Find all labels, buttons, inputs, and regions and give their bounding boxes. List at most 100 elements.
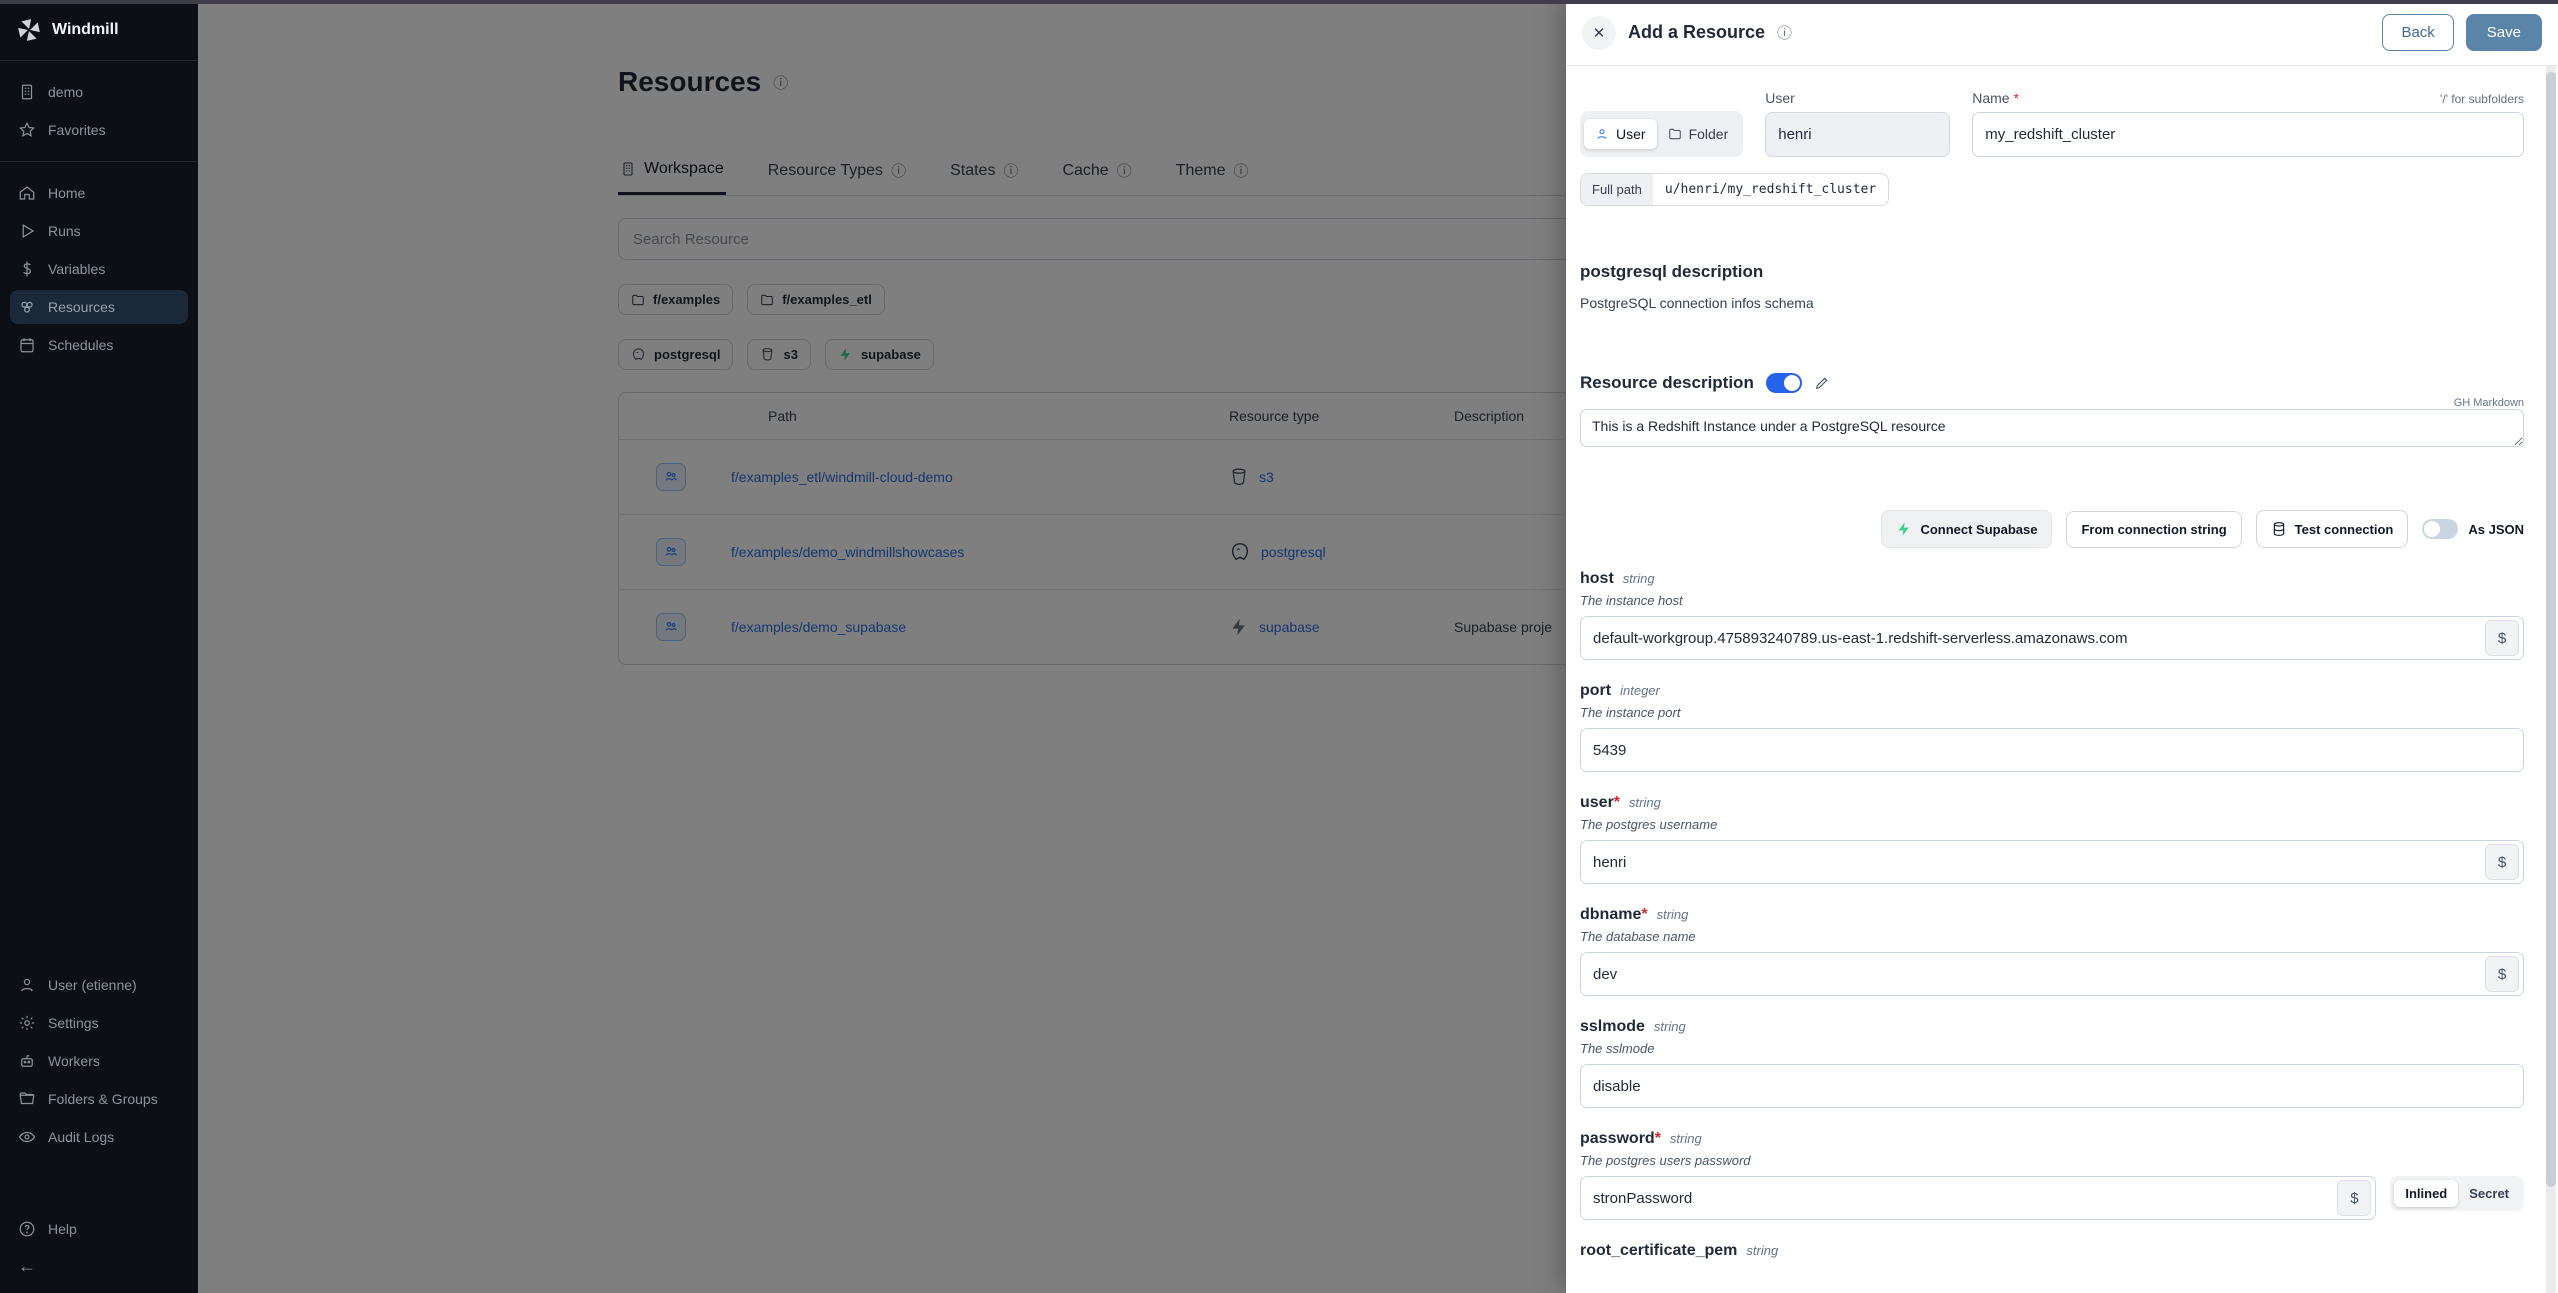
resource-description-input[interactable]: This is a Redshift Instance under a Post… bbox=[1580, 409, 2524, 447]
save-button[interactable]: Save bbox=[2466, 14, 2542, 51]
sidebar-item-help[interactable]: Help bbox=[10, 1212, 188, 1246]
sidebar-item-label: Runs bbox=[48, 223, 81, 239]
field-dbname: dbname*string The database name $ bbox=[1580, 906, 2524, 996]
sidebar-item-folders-groups[interactable]: Folders & Groups bbox=[10, 1082, 188, 1116]
variable-picker-icon[interactable]: $ bbox=[2485, 620, 2519, 656]
variable-picker-icon[interactable]: $ bbox=[2337, 1180, 2371, 1216]
resource-description-title: Resource description bbox=[1580, 373, 1754, 393]
sidebar-item-label: Schedules bbox=[48, 337, 113, 353]
sidebar-item-workspace[interactable]: demo bbox=[10, 75, 188, 109]
field-description: The postgres users password bbox=[1580, 1153, 2524, 1168]
field-description: The sslmode bbox=[1580, 1041, 2524, 1056]
sidebar-item-home[interactable]: Home bbox=[10, 176, 188, 210]
markdown-hint: GH Markdown bbox=[1580, 397, 2524, 409]
eye-icon bbox=[18, 1128, 36, 1146]
option-label: Folder bbox=[1689, 126, 1729, 142]
sidebar-item-audit-logs[interactable]: Audit Logs bbox=[10, 1120, 188, 1154]
secret-option[interactable]: Secret bbox=[2458, 1180, 2520, 1207]
name-field-label: Name * bbox=[1972, 90, 2019, 106]
sidebar-item-label: Home bbox=[48, 185, 85, 201]
field-port: portinteger The instance port bbox=[1580, 682, 2524, 772]
user-icon bbox=[1595, 127, 1609, 141]
field-description: The database name bbox=[1580, 929, 2524, 944]
button-label: Test connection bbox=[2295, 522, 2394, 537]
sidebar-item-label: Variables bbox=[48, 261, 105, 277]
sidebar-item-workers[interactable]: Workers bbox=[10, 1044, 188, 1078]
option-label: User bbox=[1616, 126, 1646, 142]
sidebar-item-favorites[interactable]: Favorites bbox=[10, 113, 188, 147]
top-accent-bar bbox=[0, 0, 2558, 4]
type-description-title: postgresql description bbox=[1580, 262, 2524, 282]
variable-picker-icon[interactable]: $ bbox=[2485, 844, 2519, 880]
sidebar-item-label: Folders & Groups bbox=[48, 1091, 158, 1107]
field-description: The instance host bbox=[1580, 593, 2524, 608]
field-root-certificate-pem: root_certificate_pemstring bbox=[1580, 1242, 2524, 1260]
sidebar-item-schedules[interactable]: Schedules bbox=[10, 328, 188, 362]
field-password: password*string The postgres users passw… bbox=[1580, 1130, 2524, 1220]
owner-user-option[interactable]: User bbox=[1584, 119, 1657, 149]
dbname-input[interactable] bbox=[1580, 952, 2524, 996]
owner-folder-option[interactable]: Folder bbox=[1657, 119, 1740, 149]
field-description: The postgres username bbox=[1580, 817, 2524, 832]
building-icon bbox=[18, 83, 36, 101]
user-input[interactable] bbox=[1580, 840, 2524, 884]
sidebar-item-label: Favorites bbox=[48, 122, 106, 138]
button-label: Connect Supabase bbox=[1920, 522, 2037, 537]
dollar-icon bbox=[18, 260, 36, 278]
variable-picker-icon[interactable]: $ bbox=[2485, 956, 2519, 992]
resources-icon bbox=[18, 298, 36, 316]
supabase-icon bbox=[1896, 521, 1912, 537]
from-connection-string-button[interactable]: From connection string bbox=[2066, 511, 2241, 548]
button-label: From connection string bbox=[2081, 522, 2226, 537]
type-description-body: PostgreSQL connection infos schema bbox=[1580, 295, 2524, 311]
close-icon[interactable]: ✕ bbox=[1582, 16, 1616, 50]
add-resource-drawer: ✕ Add a Resource ⓘ Back Save User Fold bbox=[1566, 0, 2558, 1293]
connect-supabase-button[interactable]: Connect Supabase bbox=[1881, 510, 2052, 548]
full-path-value: u/henri/my_redshift_cluster bbox=[1653, 174, 1888, 205]
full-path: Full path u/henri/my_redshift_cluster bbox=[1580, 173, 1889, 206]
sidebar-item-resources[interactable]: Resources bbox=[10, 290, 188, 324]
port-input[interactable] bbox=[1580, 728, 2524, 772]
info-icon[interactable]: ⓘ bbox=[1777, 22, 1792, 43]
sslmode-input[interactable] bbox=[1580, 1064, 2524, 1108]
test-connection-button[interactable]: Test connection bbox=[2256, 510, 2409, 548]
pencil-icon[interactable] bbox=[1814, 375, 1830, 391]
sidebar-item-label: User (etienne) bbox=[48, 977, 137, 993]
star-icon bbox=[18, 121, 36, 139]
user-icon bbox=[18, 976, 36, 994]
windmill-logo-icon bbox=[16, 17, 42, 43]
gear-icon bbox=[18, 1014, 36, 1032]
as-json-toggle[interactable] bbox=[2422, 519, 2458, 539]
description-toggle[interactable] bbox=[1766, 373, 1802, 393]
sidebar-item-settings[interactable]: Settings bbox=[10, 1006, 188, 1040]
sidebar-item-label: demo bbox=[48, 84, 83, 100]
sidebar-item-label: Workers bbox=[48, 1053, 100, 1069]
robot-icon bbox=[18, 1052, 36, 1070]
sidebar-item-user[interactable]: User (etienne) bbox=[10, 968, 188, 1002]
resource-name-input[interactable] bbox=[1972, 112, 2524, 157]
back-button[interactable]: Back bbox=[2382, 14, 2453, 51]
subfolder-hint: '/' for subfolders bbox=[2440, 92, 2524, 106]
scrollbar-thumb[interactable] bbox=[2546, 72, 2556, 1187]
owner-user-input bbox=[1765, 112, 1950, 157]
as-json-label: As JSON bbox=[2468, 522, 2524, 537]
folder-icon bbox=[18, 1090, 36, 1108]
drawer-scrollbar[interactable] bbox=[2546, 66, 2556, 1293]
password-input[interactable] bbox=[1580, 1176, 2376, 1220]
field-user: user*string The postgres username $ bbox=[1580, 794, 2524, 884]
sidebar-item-label: Help bbox=[48, 1221, 77, 1237]
sidebar-item-label: Audit Logs bbox=[48, 1129, 114, 1145]
sidebar-item-label: Resources bbox=[48, 299, 115, 315]
help-icon bbox=[18, 1220, 36, 1238]
sidebar-item-label: Settings bbox=[48, 1015, 99, 1031]
field-sslmode: sslmodestring The sslmode bbox=[1580, 1018, 2524, 1108]
brand[interactable]: Windmill bbox=[0, 0, 198, 60]
inlined-option[interactable]: Inlined bbox=[2394, 1180, 2458, 1207]
sidebar-item-runs[interactable]: Runs bbox=[10, 214, 188, 248]
host-input[interactable] bbox=[1580, 616, 2524, 660]
folder-icon bbox=[1668, 127, 1682, 141]
user-field-label: User bbox=[1765, 90, 1950, 106]
sidebar: Windmill demo Favorites Home bbox=[0, 0, 198, 1293]
collapse-sidebar-button[interactable]: ← bbox=[10, 1250, 188, 1283]
sidebar-item-variables[interactable]: Variables bbox=[10, 252, 188, 286]
